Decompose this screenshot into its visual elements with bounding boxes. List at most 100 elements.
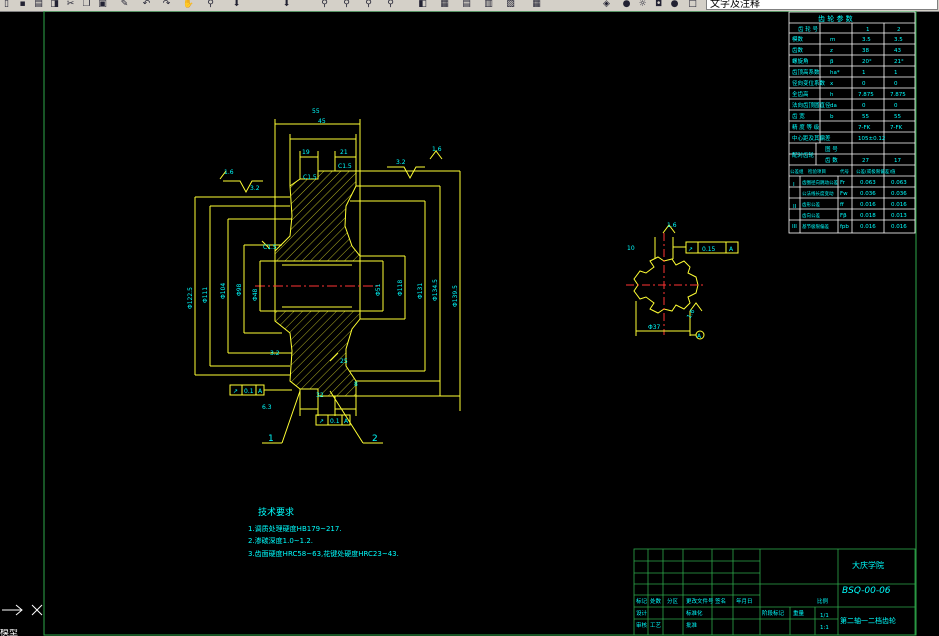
- param-row-label: 螺旋角: [792, 57, 809, 65]
- param-row-symbol: ha*: [830, 70, 840, 76]
- group-item: 齿向公差: [802, 212, 820, 219]
- dim-dia-3: Φ104: [220, 283, 227, 299]
- spline-dimensions: 1.6 10 ↗ 0.15 A Φ37 1.6 A: [627, 222, 734, 340]
- spline-roughness-2: 1.6: [686, 308, 697, 320]
- dim-dia-4: Φ98: [236, 283, 243, 296]
- layer-icon[interactable]: ▥: [482, 0, 495, 10]
- group-value: 0.016: [891, 224, 907, 230]
- param-row-value: 1: [862, 70, 866, 76]
- roughness-4: 1.6: [432, 146, 442, 153]
- param-row-symbol: h: [830, 92, 834, 98]
- print-icon[interactable]: ▤: [32, 0, 45, 10]
- group-code: Fr: [840, 180, 846, 186]
- layer-swatch-icon: □: [688, 0, 697, 9]
- spline-width: 10: [627, 245, 635, 252]
- dim-19: 19: [302, 149, 310, 156]
- param-row-symbol: β: [830, 59, 834, 65]
- zoom-realtime-icon[interactable]: ⚲: [204, 0, 217, 10]
- param-row-value: 3.5: [862, 37, 871, 43]
- title-label: 签名: [715, 597, 726, 605]
- title-label: 处数: [650, 597, 662, 605]
- spline-tolerance-value: 0.15: [702, 246, 716, 253]
- design-center-icon[interactable]: ⚲: [340, 0, 353, 10]
- redo-icon[interactable]: ↷: [160, 0, 173, 10]
- title-label: 标记: [636, 597, 648, 605]
- group-header: 代号: [840, 168, 849, 175]
- preview-icon[interactable]: ◨: [48, 0, 61, 10]
- param-row-value: 3.5: [894, 37, 903, 43]
- drawing-canvas[interactable]: 55 45 19 21 C1.5 C1.5 C1.5 3.2 3.2 1.6 1…: [0, 11, 939, 636]
- pan-icon[interactable]: ✋: [182, 0, 195, 10]
- dim-45: 45: [318, 118, 326, 125]
- layer-dropdown[interactable]: 文字及注释: [706, 0, 938, 10]
- param-row-label: 齿 宽: [792, 112, 805, 120]
- layers-stack-icon[interactable]: ◈: [600, 0, 613, 10]
- save-icon[interactable]: ▪: [16, 0, 29, 10]
- param-row-value: 38: [862, 48, 869, 54]
- param-row-symbol: da: [830, 103, 837, 109]
- params-header-2: 2: [897, 27, 901, 33]
- note-item-2: 2.渗碳深度1.0~1.2.: [248, 536, 313, 545]
- tolerance-symbol-2: ↗: [319, 418, 324, 425]
- copy-icon[interactable]: ❐: [80, 0, 93, 10]
- notes-title: 技术要求: [258, 506, 294, 518]
- param-row-label: 全齿高: [792, 90, 809, 98]
- param-row-value: 21°: [894, 59, 904, 65]
- param-row-symbol: b: [830, 114, 834, 120]
- gear-parameter-table: [788, 11, 916, 234]
- param-row-label: 齿数: [792, 46, 804, 54]
- group-value: 0.016: [891, 202, 907, 208]
- cut-icon[interactable]: ✂: [64, 0, 77, 10]
- properties-icon[interactable]: ⚲: [318, 0, 331, 10]
- group-value: 0.036: [860, 191, 876, 197]
- paste-icon[interactable]: ▣: [96, 0, 109, 10]
- dim-dia-8: Φ134.5: [432, 279, 439, 301]
- title-label: 年月日: [736, 597, 753, 605]
- param-row-value: 55: [862, 114, 869, 120]
- pair-row-value: 17: [894, 158, 901, 164]
- zoom-previous-icon[interactable]: ⬇: [280, 0, 293, 10]
- layer-state-icon[interactable]: ▧: [504, 0, 517, 10]
- group-value: 0.013: [891, 213, 907, 219]
- title-label: 比例: [817, 597, 829, 605]
- help-icon[interactable]: ▤: [460, 0, 473, 10]
- roughness-3: 1.6: [224, 169, 234, 176]
- title-label: 更改文件号: [686, 597, 714, 605]
- tool-palette-icon[interactable]: ⚲: [362, 0, 375, 10]
- match-icon[interactable]: ✎: [118, 0, 131, 10]
- spline-section-view: [626, 224, 739, 340]
- ucs-icon: [2, 604, 43, 616]
- title-label: 工艺: [650, 622, 662, 629]
- param-row-value: 55: [894, 114, 901, 120]
- note-item-1: 1.调质处理硬度HB179~217.: [248, 524, 342, 533]
- title-block-text: 大庆学院 BSQ-00-06 第二轴一二档齿轮 1:1 1/1 标记 处数 分区…: [636, 560, 896, 631]
- open-icon[interactable]: ▯: [0, 0, 13, 10]
- chamfer-3: C1.5: [263, 244, 277, 251]
- layer-freeze-icon: ☼: [638, 0, 647, 9]
- param-row-label: 模数: [792, 35, 804, 43]
- title-label: 分区: [667, 597, 679, 605]
- param-row-label: 法向齿顶圆直径: [792, 101, 831, 109]
- param-row-value: 20°: [862, 59, 872, 65]
- grid-icon[interactable]: ▦: [530, 0, 543, 10]
- undo-icon[interactable]: ↶: [140, 0, 153, 10]
- group-value: 0.063: [891, 180, 907, 186]
- roughness-5: 3.2: [270, 350, 280, 357]
- tolerance-value-2: 0.1: [330, 418, 340, 425]
- markup-icon[interactable]: ◧: [416, 0, 429, 10]
- layer-on-icon: ●: [622, 0, 631, 9]
- calculator-icon[interactable]: ▦: [438, 0, 451, 10]
- model-tab[interactable]: 模型: [0, 629, 60, 636]
- title-label: 标准化: [686, 609, 703, 617]
- technical-requirements: 技术要求 1.调质处理硬度HB179~217. 2.渗碳深度1.0~1.2. 3…: [248, 506, 399, 558]
- title-label: 设计: [636, 609, 648, 617]
- frame-border: [43, 11, 917, 636]
- params-header-1: 1: [866, 27, 870, 33]
- zoom-window-icon[interactable]: ⬇: [230, 0, 243, 10]
- group-value: 0.016: [860, 224, 876, 230]
- sheet-set-icon[interactable]: ⚲: [384, 0, 397, 10]
- group-value: 0.063: [860, 180, 876, 186]
- param-row-value: 105±0.12: [858, 136, 885, 142]
- dim-25: 25: [340, 358, 348, 365]
- layer-color-icon: ●: [670, 0, 679, 9]
